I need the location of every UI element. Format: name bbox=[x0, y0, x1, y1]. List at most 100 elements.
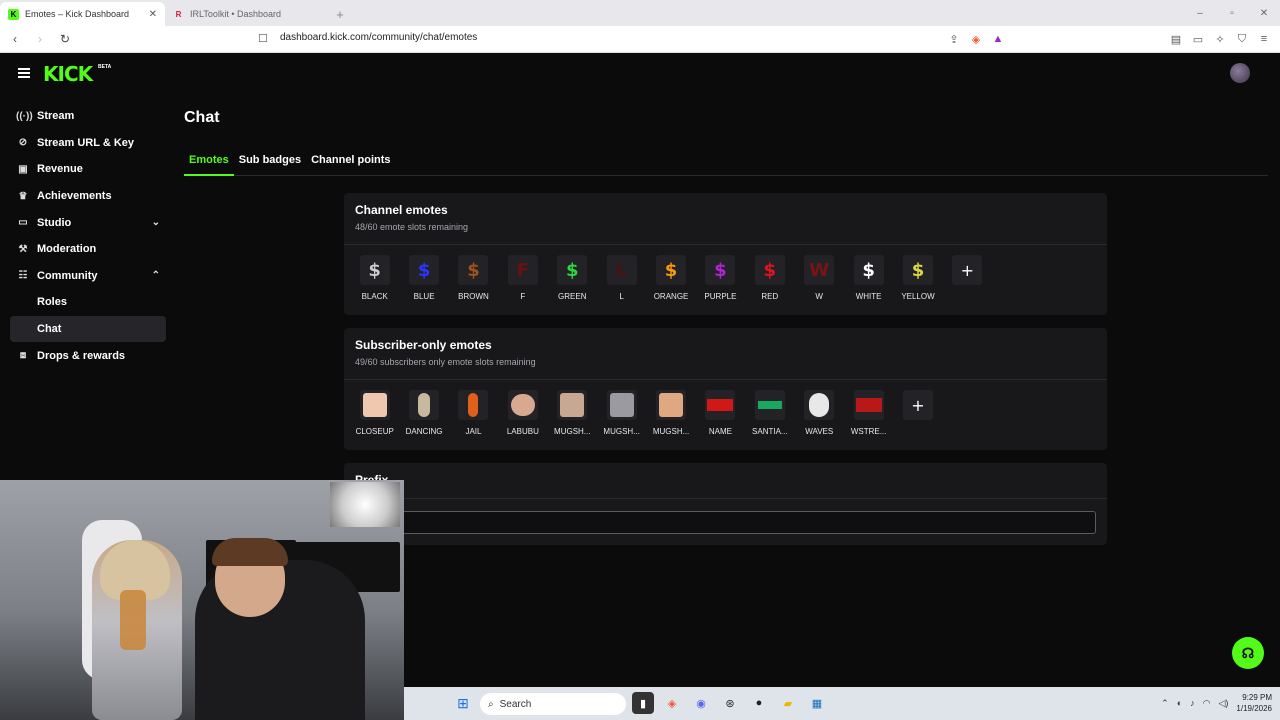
minimize-icon[interactable]: – bbox=[1184, 0, 1216, 26]
emote-yellow[interactable]: $ YELLOW bbox=[893, 255, 942, 301]
browser-tab-irltoolkit[interactable]: R IRLToolkit • Dashboard bbox=[165, 2, 330, 26]
tab-sub-badges[interactable]: Sub badges bbox=[234, 150, 306, 176]
emote-santiago[interactable]: SANTIA... bbox=[745, 390, 794, 436]
emote-red[interactable]: $ RED bbox=[745, 255, 794, 301]
emote-white[interactable]: $ WHITE bbox=[844, 255, 893, 301]
emote-wstream[interactable]: WSTRE... bbox=[844, 390, 893, 436]
emote-purple[interactable]: $ PURPLE bbox=[696, 255, 745, 301]
emote-brown[interactable]: $ BROWN bbox=[449, 255, 498, 301]
microsoft-store-icon[interactable]: ▦ bbox=[806, 692, 828, 714]
maximize-icon[interactable]: ▫ bbox=[1216, 0, 1248, 26]
emote-image bbox=[705, 390, 736, 420]
emote-label: MUGSH... bbox=[603, 427, 640, 436]
sidebar-item-achievements[interactable]: ♛ Achievements bbox=[10, 183, 166, 210]
back-icon[interactable]: ‹ bbox=[5, 29, 25, 49]
obs-icon[interactable]: ● bbox=[748, 692, 770, 714]
share-icon[interactable]: ⇪ bbox=[946, 30, 962, 48]
emote-label: BROWN bbox=[458, 292, 489, 301]
wallet-icon[interactable]: ▭ bbox=[1190, 30, 1206, 48]
emote-dancing[interactable]: DANCING bbox=[399, 390, 448, 436]
card-title: Channel emotes bbox=[355, 203, 448, 217]
emote-labubu[interactable]: LABUBU bbox=[498, 390, 547, 436]
microphone-icon[interactable]: ♪ bbox=[1190, 698, 1195, 708]
reload-icon[interactable]: ↻ bbox=[55, 29, 75, 49]
emote-label: MUGSH... bbox=[554, 427, 591, 436]
add-channel-emote-button[interactable]: + bbox=[943, 255, 992, 301]
emote-black[interactable]: $ BLACK bbox=[350, 255, 399, 301]
sidebar-item-drops-rewards[interactable]: ⧈ Drops & rewards bbox=[10, 342, 166, 369]
close-tab-icon[interactable]: ✕ bbox=[149, 9, 157, 20]
top-bar: KICK BETA bbox=[0, 53, 1280, 95]
vpn-icon[interactable]: ⛉ bbox=[1234, 30, 1250, 48]
browser-tab-strip: K Emotes – Kick Dashboard ✕ R IRLToolkit… bbox=[0, 0, 1280, 26]
tray-app-icon[interactable]: ◐ bbox=[1177, 698, 1182, 708]
task-view-icon[interactable]: ▮ bbox=[632, 692, 654, 714]
kick-logo[interactable]: KICK bbox=[43, 62, 93, 86]
emote-green[interactable]: $ GREEN bbox=[548, 255, 597, 301]
emote-mugshot-3[interactable]: MUGSH... bbox=[646, 390, 695, 436]
sidebar-item-chat[interactable]: Chat bbox=[10, 315, 166, 343]
emote-w[interactable]: WW bbox=[795, 255, 844, 301]
emote-mugshot-1[interactable]: MUGSH... bbox=[548, 390, 597, 436]
bookmark-icon[interactable]: ☐ bbox=[258, 32, 268, 45]
emote-f[interactable]: FF bbox=[498, 255, 547, 301]
brave-rewards-icon[interactable]: ▲ bbox=[990, 30, 1006, 48]
hamburger-menu-icon[interactable] bbox=[18, 68, 30, 78]
link-icon: ⊘ bbox=[18, 137, 28, 149]
emote-image bbox=[754, 390, 785, 420]
emote-image bbox=[458, 390, 489, 420]
url-text: dashboard.kick.com/community/chat/emotes bbox=[280, 32, 478, 43]
emote-image bbox=[606, 390, 637, 420]
emote-label: GREEN bbox=[558, 292, 587, 301]
steam-icon[interactable]: ⊛ bbox=[719, 692, 741, 714]
sidebar-item-stream[interactable]: ((·)) Stream bbox=[10, 103, 166, 130]
brave-shield-icon[interactable]: ◈ bbox=[968, 30, 984, 48]
emote-image: $ bbox=[754, 255, 785, 285]
support-chat-button[interactable]: ☊ bbox=[1232, 637, 1264, 669]
forward-icon[interactable]: › bbox=[30, 29, 50, 49]
emote-image bbox=[804, 390, 835, 420]
user-avatar[interactable] bbox=[1230, 63, 1250, 83]
plus-icon: + bbox=[952, 255, 983, 285]
prefix-input[interactable] bbox=[400, 511, 1096, 534]
sidebar-item-moderation[interactable]: ⚒ Moderation bbox=[10, 236, 166, 263]
emote-waves[interactable]: WAVES bbox=[795, 390, 844, 436]
url-field[interactable]: dashboard.kick.com/community/chat/emotes bbox=[280, 32, 477, 43]
emote-l[interactable]: LL bbox=[597, 255, 646, 301]
dollar-icon: ▣ bbox=[18, 163, 28, 175]
menu-icon[interactable]: ≡ bbox=[1256, 30, 1272, 48]
emote-blue[interactable]: $ BLUE bbox=[399, 255, 448, 301]
add-subscriber-emote-button[interactable]: + bbox=[893, 390, 942, 436]
emote-name[interactable]: NAME bbox=[696, 390, 745, 436]
volume-icon[interactable]: ◁) bbox=[1218, 698, 1228, 709]
emote-mugshot-2[interactable]: MUGSH... bbox=[597, 390, 646, 436]
emote-label: BLACK bbox=[361, 292, 388, 301]
window-close-icon[interactable]: ✕ bbox=[1248, 0, 1280, 26]
discord-icon[interactable]: ◉ bbox=[690, 692, 712, 714]
taskbar-clock[interactable]: 9:29 PM 1/19/2026 bbox=[1236, 692, 1272, 714]
tab-channel-points[interactable]: Channel points bbox=[306, 150, 395, 176]
card-header: Prefix bbox=[344, 463, 1107, 499]
emote-orange[interactable]: $ ORANGE bbox=[646, 255, 695, 301]
leo-ai-icon[interactable]: ✧ bbox=[1212, 30, 1228, 48]
tab-emotes[interactable]: Emotes bbox=[184, 150, 234, 176]
broadcast-icon: ((·)) bbox=[16, 110, 33, 122]
sidebar-item-community[interactable]: ☷ Community ⌃ bbox=[10, 263, 166, 290]
sidebar-item-roles[interactable]: Roles bbox=[10, 289, 166, 316]
windows-start-icon[interactable]: ⊞ bbox=[452, 693, 474, 715]
network-icon[interactable]: ◠ bbox=[1203, 698, 1211, 709]
sidebar-toggle-icon[interactable]: ▤ bbox=[1168, 30, 1184, 48]
new-tab-icon[interactable]: + bbox=[330, 2, 350, 26]
kick-favicon-icon: K bbox=[8, 8, 19, 20]
sidebar-item-stream-url-key[interactable]: ⊘ Stream URL & Key bbox=[10, 130, 166, 157]
file-explorer-icon[interactable]: ▰ bbox=[777, 692, 799, 714]
chevron-up-icon[interactable]: ⌃ bbox=[1161, 698, 1169, 709]
browser-tab-kick[interactable]: K Emotes – Kick Dashboard ✕ bbox=[0, 2, 165, 26]
emote-jail[interactable]: JAIL bbox=[449, 390, 498, 436]
emote-closeup[interactable]: CLOSEUP bbox=[350, 390, 399, 436]
taskbar-search[interactable]: ⌕ Search bbox=[480, 693, 626, 715]
sidebar-item-studio[interactable]: ▭ Studio ⌄ bbox=[10, 209, 166, 236]
brave-browser-icon[interactable]: ◈ bbox=[661, 692, 683, 714]
emote-label: NAME bbox=[708, 427, 732, 436]
sidebar-item-revenue[interactable]: ▣ Revenue bbox=[10, 156, 166, 183]
